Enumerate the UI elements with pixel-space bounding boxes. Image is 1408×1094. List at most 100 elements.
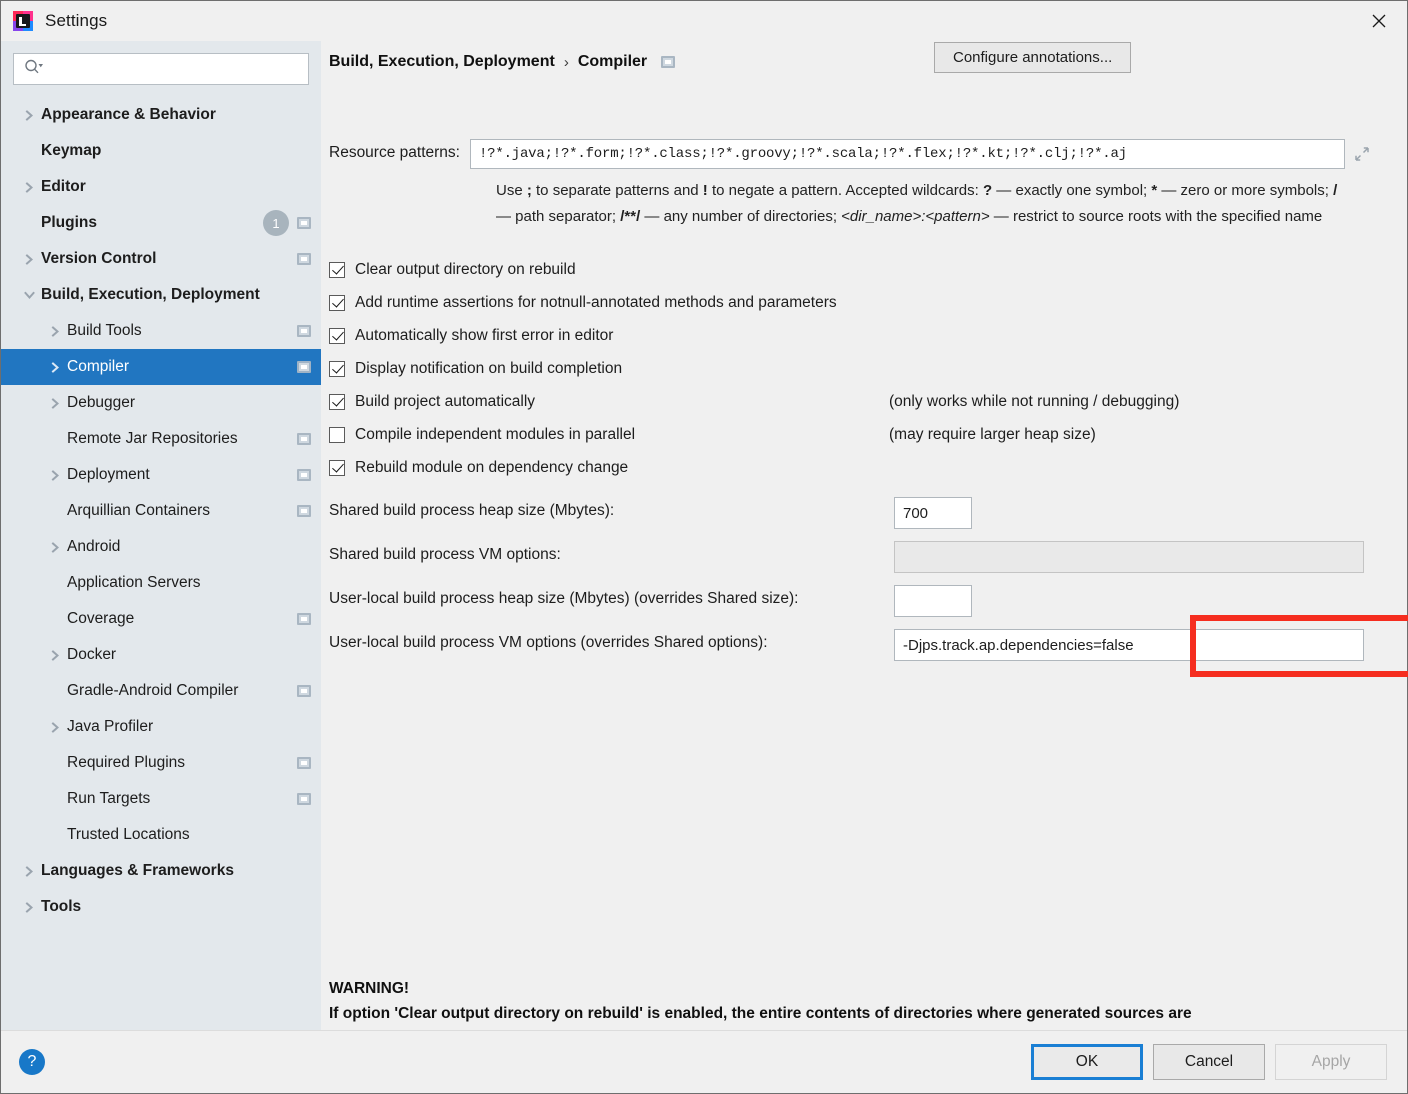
plugins-count-badge: 1 <box>263 210 289 236</box>
sidebar-item-build-execution-deployment[interactable]: Build, Execution, Deployment <box>1 277 321 313</box>
sidebar-item-android[interactable]: Android <box>1 529 321 565</box>
sidebar-item-docker[interactable]: Docker <box>1 637 321 673</box>
project-setting-icon <box>297 613 311 625</box>
checkbox-label[interactable]: Compile independent modules in parallel <box>355 426 635 444</box>
chevron-down-icon[interactable] <box>21 290 37 301</box>
sidebar-item-label: Trusted Locations <box>67 826 190 843</box>
checkbox-clear-output-directory-on-rebuild[interactable] <box>329 261 345 278</box>
checkbox-label[interactable]: Display notification on build completion <box>355 360 622 378</box>
title-bar: Settings <box>1 1 1407 41</box>
help-icon[interactable]: ? <box>19 1049 45 1075</box>
chevron-right-icon[interactable] <box>21 253 37 265</box>
chevron-right-icon[interactable] <box>47 721 63 733</box>
search-input[interactable] <box>50 61 302 77</box>
sidebar-item-required-plugins[interactable]: Required Plugins <box>1 745 321 781</box>
checkbox-label[interactable]: Add runtime assertions for notnull-annot… <box>355 294 837 312</box>
project-setting-icon <box>297 217 311 229</box>
field-input-3[interactable] <box>894 629 1364 661</box>
project-setting-icon <box>297 361 311 373</box>
chevron-right-icon[interactable] <box>47 469 63 481</box>
sidebar-item-version-control[interactable]: Version Control <box>1 241 321 277</box>
checkbox-row: Rebuild module on dependency change <box>329 451 1389 484</box>
sidebar-item-remote-jar-repositories[interactable]: Remote Jar Repositories <box>1 421 321 457</box>
field-row: User-local build process VM options (ove… <box>329 623 1408 667</box>
sidebar-item-editor[interactable]: Editor <box>1 169 321 205</box>
checkbox-row: Compile independent modules in parallel (… <box>329 418 1389 451</box>
sidebar-item-label: Run Targets <box>67 790 151 807</box>
sidebar-item-debugger[interactable]: Debugger <box>1 385 321 421</box>
sidebar-item-label: Gradle-Android Compiler <box>67 682 239 699</box>
sidebar-item-keymap[interactable]: Keymap <box>1 133 321 169</box>
checkbox-compile-independent-modules-in-parallel[interactable] <box>329 426 345 443</box>
sidebar-item-label: Debugger <box>67 394 136 411</box>
compiler-settings-pane: Build, Execution, Deployment › Compiler … <box>321 41 1408 1047</box>
checkbox-note: (may require larger heap size) <box>889 425 1096 443</box>
cancel-button[interactable]: Cancel <box>1153 1044 1265 1080</box>
sidebar-item-build-tools[interactable]: Build Tools <box>1 313 321 349</box>
apply-button[interactable]: Apply <box>1275 1044 1387 1080</box>
sidebar-item-label: Application Servers <box>67 574 201 591</box>
sidebar-item-tools[interactable]: Tools <box>1 889 321 925</box>
sidebar-item-label: Java Profiler <box>67 718 154 735</box>
sidebar-item-label: Appearance & Behavior <box>41 106 216 123</box>
sidebar-item-trusted-locations[interactable]: Trusted Locations <box>1 817 321 853</box>
chevron-right-icon[interactable] <box>47 325 63 337</box>
checkbox-automatically-show-first-error-in-editor[interactable] <box>329 327 345 344</box>
sidebar-item-gradle-android-compiler[interactable]: Gradle-Android Compiler <box>1 673 321 709</box>
checkbox-rebuild-module-on-dependency-change[interactable] <box>329 459 345 476</box>
dialog-footer: ? OK Cancel Apply <box>1 1030 1407 1093</box>
ok-button[interactable]: OK <box>1031 1044 1143 1080</box>
chevron-right-icon[interactable] <box>47 361 63 373</box>
chevron-right-icon[interactable] <box>21 865 37 877</box>
project-setting-icon <box>297 685 311 697</box>
checkbox-row: Build project automatically (only works w… <box>329 385 1389 418</box>
resource-patterns-row: Resource patterns: <box>329 139 1379 169</box>
project-setting-icon <box>297 505 311 517</box>
chevron-right-icon[interactable] <box>21 901 37 913</box>
close-icon[interactable] <box>1351 1 1407 41</box>
sidebar-item-label: Editor <box>41 178 86 195</box>
sidebar-item-plugins[interactable]: Plugins 1 <box>1 205 321 241</box>
sidebar-item-deployment[interactable]: Deployment <box>1 457 321 493</box>
breadcrumb-part-1[interactable]: Build, Execution, Deployment <box>329 53 555 71</box>
configure-annotations-button[interactable]: Configure annotations... <box>934 42 1132 73</box>
checkbox-label[interactable]: Build project automatically <box>355 393 535 411</box>
sidebar-item-coverage[interactable]: Coverage <box>1 601 321 637</box>
checkbox-label[interactable]: Automatically show first error in editor <box>355 327 613 345</box>
checkbox-build-project-automatically[interactable] <box>329 393 345 410</box>
expand-icon[interactable] <box>1345 139 1379 169</box>
sidebar-item-languages-frameworks[interactable]: Languages & Frameworks <box>1 853 321 889</box>
chevron-right-icon[interactable] <box>47 541 63 553</box>
checkbox-label[interactable]: Rebuild module on dependency change <box>355 459 628 477</box>
sidebar-item-run-targets[interactable]: Run Targets <box>1 781 321 817</box>
project-setting-icon <box>297 793 311 805</box>
build-process-fields: Shared build process heap size (Mbytes):… <box>329 491 1408 667</box>
resource-patterns-help: Use ; to separate patterns and ! to nega… <box>496 182 1338 225</box>
checkbox-note: (only works while not running / debuggin… <box>889 392 1180 410</box>
search-box[interactable] <box>13 53 309 85</box>
chevron-right-icon[interactable] <box>21 109 37 121</box>
field-input-0[interactable] <box>894 497 972 529</box>
sidebar-item-java-profiler[interactable]: Java Profiler <box>1 709 321 745</box>
checkbox-row: Automatically show first error in editor <box>329 319 1389 352</box>
sidebar-item-application-servers[interactable]: Application Servers <box>1 565 321 601</box>
field-input-2[interactable] <box>894 585 972 617</box>
breadcrumb: Build, Execution, Deployment › Compiler <box>329 53 676 71</box>
checkbox-label[interactable]: Clear output directory on rebuild <box>355 261 576 279</box>
resource-patterns-input[interactable] <box>469 139 1345 169</box>
checkbox-display-notification-on-build-completion[interactable] <box>329 360 345 377</box>
sidebar-item-arquillian-containers[interactable]: Arquillian Containers <box>1 493 321 529</box>
sidebar-item-label: Compiler <box>67 358 130 375</box>
chevron-right-icon[interactable] <box>21 181 37 193</box>
sidebar-item-compiler[interactable]: Compiler <box>1 349 321 385</box>
chevron-right-icon[interactable] <box>47 397 63 409</box>
sidebar-item-label: Languages & Frameworks <box>41 862 234 879</box>
chevron-right-icon[interactable] <box>47 649 63 661</box>
project-setting-icon <box>297 325 311 337</box>
warning-line-2: If option 'Clear output directory on reb… <box>329 1005 1192 1022</box>
checkbox-row: Display notification on build completion <box>329 352 1389 385</box>
sidebar-item-label: Arquillian Containers <box>67 502 211 519</box>
window-title: Settings <box>45 11 108 30</box>
checkbox-add-runtime-assertions-for-notnull-annotated-methods-and-parameters[interactable] <box>329 294 345 311</box>
sidebar-item-appearance-behavior[interactable]: Appearance & Behavior <box>1 97 321 133</box>
